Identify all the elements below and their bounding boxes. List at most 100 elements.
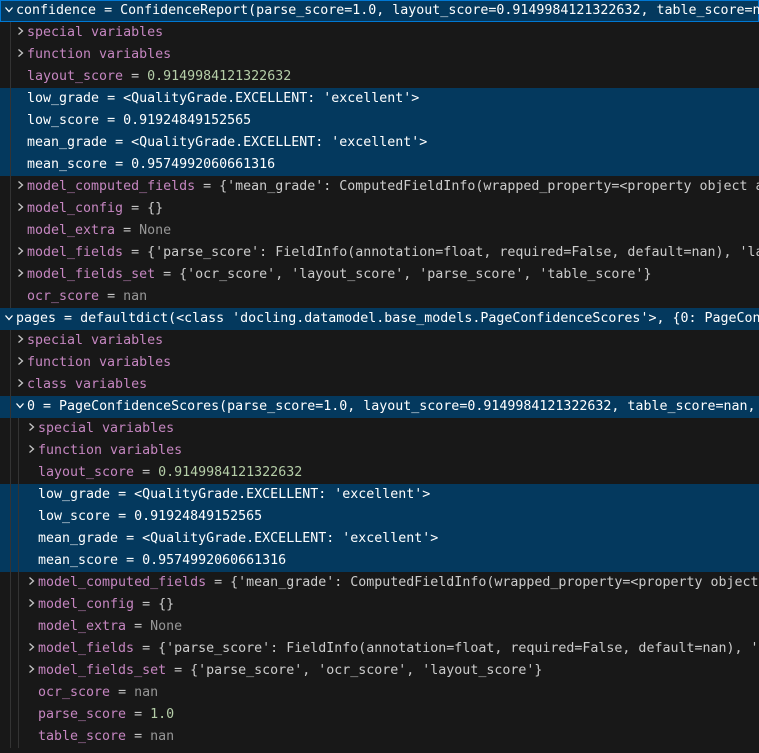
variable-value: <QualityGrade.EXCELLENT: 'excellent'> bbox=[131, 135, 427, 150]
indent-guide bbox=[10, 198, 11, 220]
tree-row-variable[interactable]: model_fields = {'parse_score': FieldInfo… bbox=[0, 638, 759, 660]
tree-row-variable[interactable]: pages = defaultdict(<class 'docling.data… bbox=[0, 308, 759, 330]
variable-name: class variables bbox=[27, 377, 147, 392]
tree-row-variable[interactable]: model_computed_fields = {'mean_grade': C… bbox=[0, 176, 759, 198]
indent-guide bbox=[10, 352, 11, 374]
tree-row-variable[interactable]: ocr_score = nan bbox=[0, 286, 759, 308]
tree-row-variable[interactable]: model_fields_set = {'parse_score', 'ocr_… bbox=[0, 660, 759, 682]
tree-row-variable[interactable]: low_grade = <QualityGrade.EXCELLENT: 'ex… bbox=[0, 88, 759, 110]
chevron-down-icon[interactable] bbox=[3, 0, 16, 22]
tree-row-variable[interactable]: mean_score = 0.9574992060661316 bbox=[0, 154, 759, 176]
chevron-right-icon[interactable] bbox=[14, 330, 27, 352]
tree-row-variable[interactable]: confidence = ConfidenceReport(parse_scor… bbox=[0, 0, 759, 22]
chevron-right-icon[interactable] bbox=[25, 418, 38, 440]
chevron-right-icon[interactable] bbox=[14, 374, 27, 396]
tree-row-variable[interactable]: model_config = {} bbox=[0, 594, 759, 616]
equals-sign: = bbox=[56, 311, 80, 326]
indent-guide bbox=[10, 22, 11, 44]
indent-guide bbox=[18, 594, 19, 616]
variable-value: <QualityGrade.EXCELLENT: 'excellent'> bbox=[123, 91, 419, 106]
indent-guide bbox=[10, 682, 11, 704]
variable-name: layout_score bbox=[38, 465, 134, 480]
variable-value: 0.9149984121322632 bbox=[147, 69, 291, 84]
indent-guide bbox=[18, 726, 19, 748]
indent-guide bbox=[18, 440, 19, 462]
variable-name: mean_grade bbox=[38, 531, 118, 546]
variable-value: nan bbox=[150, 729, 174, 744]
tree-row-variable[interactable]: mean_grade = <QualityGrade.EXCELLENT: 'e… bbox=[0, 528, 759, 550]
indent-guide bbox=[18, 418, 19, 440]
variable-name: low_grade bbox=[38, 487, 110, 502]
variable-value: {'parse_score', 'ocr_score', 'layout_sco… bbox=[190, 663, 542, 678]
chevron-right-icon[interactable] bbox=[25, 660, 38, 682]
variable-name: low_score bbox=[38, 509, 110, 524]
chevron-right-icon[interactable] bbox=[14, 352, 27, 374]
tree-row-variable[interactable]: model_extra = None bbox=[0, 616, 759, 638]
variable-value: nan bbox=[123, 289, 147, 304]
indent-guide bbox=[10, 44, 11, 66]
tree-row-variable[interactable]: model_fields = {'parse_score': FieldInfo… bbox=[0, 242, 759, 264]
variable-name: model_config bbox=[38, 597, 134, 612]
tree-row-variable[interactable]: mean_grade = <QualityGrade.EXCELLENT: 'e… bbox=[0, 132, 759, 154]
variable-name: function variables bbox=[27, 47, 171, 62]
indent-guide bbox=[10, 110, 11, 132]
tree-row-group[interactable]: special variables bbox=[0, 330, 759, 352]
tree-row-group[interactable]: class variables bbox=[0, 374, 759, 396]
variable-name: model_fields bbox=[27, 245, 123, 260]
variable-name: mean_score bbox=[27, 157, 107, 172]
chevron-right-icon[interactable] bbox=[25, 594, 38, 616]
indent-guide bbox=[10, 396, 11, 418]
chevron-right-icon[interactable] bbox=[25, 638, 38, 660]
tree-row-variable[interactable]: layout_score = 0.9149984121322632 bbox=[0, 66, 759, 88]
equals-sign: = bbox=[99, 113, 123, 128]
tree-row-variable[interactable]: model_fields_set = {'ocr_score', 'layout… bbox=[0, 264, 759, 286]
tree-row-variable[interactable]: mean_score = 0.9574992060661316 bbox=[0, 550, 759, 572]
indent-guide bbox=[10, 176, 11, 198]
chevron-down-icon[interactable] bbox=[3, 308, 16, 330]
variable-name: function variables bbox=[27, 355, 171, 370]
chevron-right-icon[interactable] bbox=[14, 264, 27, 286]
chevron-right-icon[interactable] bbox=[14, 242, 27, 264]
chevron-right-icon[interactable] bbox=[14, 44, 27, 66]
tree-row-variable[interactable]: low_score = 0.91924849152565 bbox=[0, 506, 759, 528]
indent-guide bbox=[10, 528, 11, 550]
indent-guide bbox=[18, 660, 19, 682]
chevron-right-icon[interactable] bbox=[14, 198, 27, 220]
indent-guide bbox=[10, 66, 11, 88]
equals-sign: = bbox=[115, 223, 139, 238]
tree-row-group[interactable]: function variables bbox=[0, 440, 759, 462]
tree-row-variable[interactable]: model_config = {} bbox=[0, 198, 759, 220]
chevron-right-icon[interactable] bbox=[14, 22, 27, 44]
variable-name: low_score bbox=[27, 113, 99, 128]
variable-value: ConfidenceReport(parse_score=1.0, layout… bbox=[120, 3, 759, 18]
equals-sign: = bbox=[155, 267, 179, 282]
indent-guide bbox=[18, 506, 19, 528]
variable-name: model_fields_set bbox=[38, 663, 166, 678]
equals-sign: = bbox=[96, 3, 120, 18]
tree-row-variable[interactable]: low_grade = <QualityGrade.EXCELLENT: 'ex… bbox=[0, 484, 759, 506]
chevron-right-icon[interactable] bbox=[14, 176, 27, 198]
equals-sign: = bbox=[107, 135, 131, 150]
variable-value: {} bbox=[147, 201, 163, 216]
tree-row-variable[interactable]: model_extra = None bbox=[0, 220, 759, 242]
tree-row-group[interactable]: special variables bbox=[0, 418, 759, 440]
chevron-right-icon[interactable] bbox=[25, 572, 38, 594]
tree-row-variable[interactable]: 0 = PageConfidenceScores(parse_score=1.0… bbox=[0, 396, 759, 418]
tree-row-variable[interactable]: parse_score = 1.0 bbox=[0, 704, 759, 726]
chevron-right-icon[interactable] bbox=[25, 440, 38, 462]
tree-row-group[interactable]: function variables bbox=[0, 44, 759, 66]
tree-row-group[interactable]: function variables bbox=[0, 352, 759, 374]
chevron-down-icon[interactable] bbox=[14, 396, 27, 418]
equals-sign: = bbox=[134, 465, 158, 480]
tree-row-variable[interactable]: model_computed_fields = {'mean_grade': C… bbox=[0, 572, 759, 594]
tree-row-variable[interactable]: layout_score = 0.9149984121322632 bbox=[0, 462, 759, 484]
variable-value: 0.91924849152565 bbox=[123, 113, 251, 128]
tree-row-group[interactable]: special variables bbox=[0, 22, 759, 44]
tree-row-variable[interactable]: table_score = nan bbox=[0, 726, 759, 748]
indent-guide bbox=[10, 88, 11, 110]
variable-name: special variables bbox=[38, 421, 174, 436]
tree-row-variable[interactable]: low_score = 0.91924849152565 bbox=[0, 110, 759, 132]
variable-value: {'parse_score': FieldInfo(annotation=flo… bbox=[147, 245, 759, 260]
tree-row-variable[interactable]: ocr_score = nan bbox=[0, 682, 759, 704]
indent-guide bbox=[10, 506, 11, 528]
